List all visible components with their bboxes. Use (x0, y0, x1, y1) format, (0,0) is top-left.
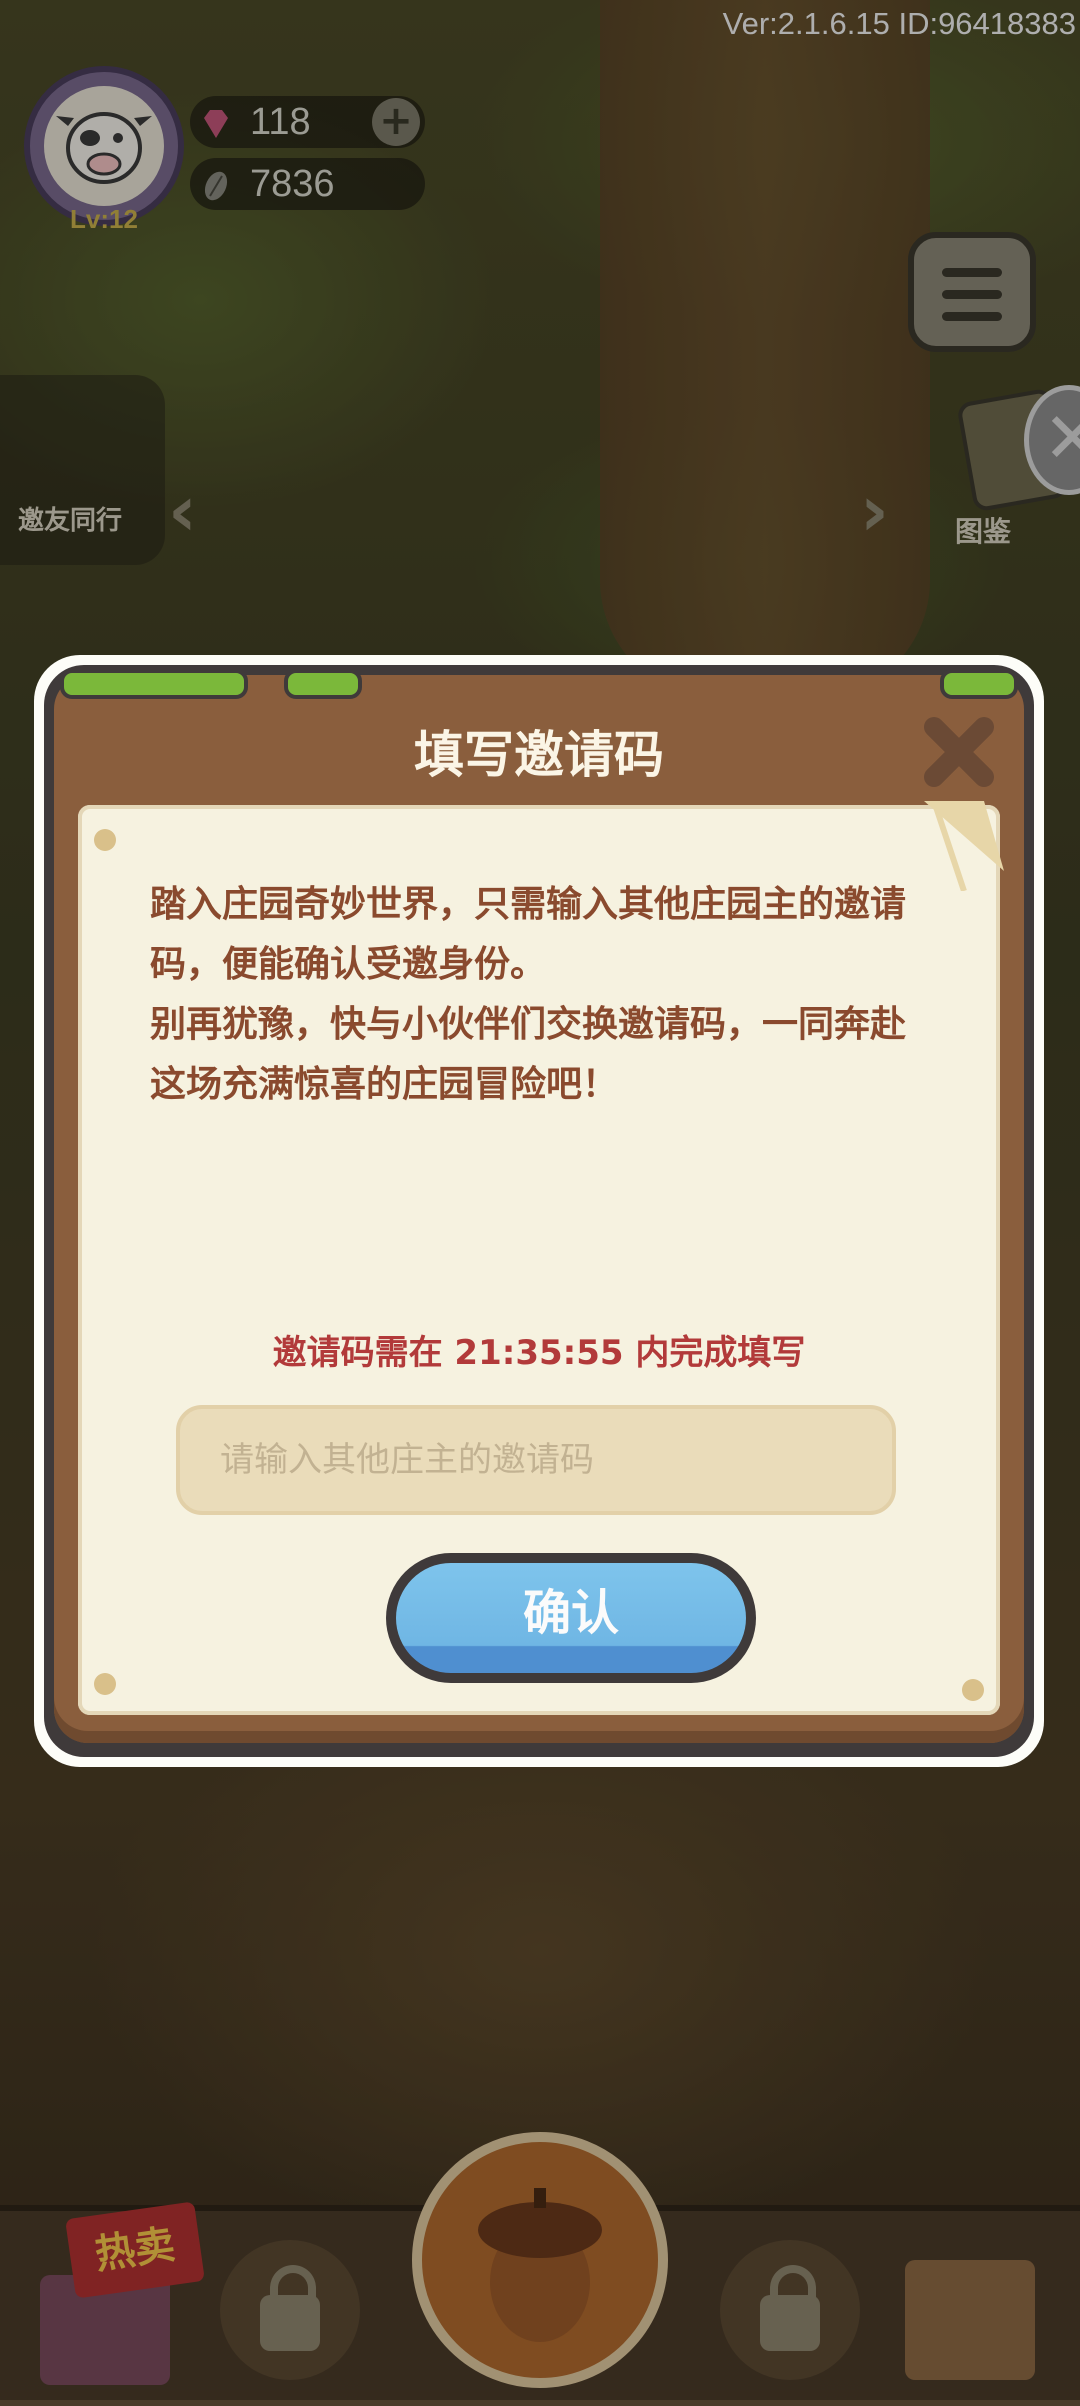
confirm-button-label: 确认 (396, 1563, 746, 1673)
invite-deadline-text: 邀请码需在 21:35:55 内完成填写 (272, 1333, 806, 1373)
pin-dot (94, 829, 116, 851)
description-paragraph: 别再犹豫，快与小伙伴们交换邀请码，一同奔赴这场充满惊喜的庄园冒险吧！ (150, 1004, 907, 1105)
page-fold-icon (924, 801, 1004, 891)
dialog-title: 填写邀请码 (414, 726, 664, 784)
paper-panel: 踏入庄园奇妙世界，只需输入其他庄园主的邀请码，便能确认受邀身份。 别再犹豫，快与… (78, 801, 1004, 1715)
grass-decoration (284, 669, 362, 699)
grass-decoration (940, 669, 1018, 699)
invite-code-dialog: 填写邀请码 踏入庄园奇妙世界，只需输入其他庄园主的邀请码，便能确认受邀身份。 别… (34, 655, 1044, 1767)
wood-frame: 填写邀请码 踏入庄园奇妙世界，只需输入其他庄园主的邀请码，便能确认受邀身份。 别… (54, 669, 1024, 1743)
pin-dot (962, 1679, 984, 1701)
dialog-description: 踏入庄园奇妙世界，只需输入其他庄园主的邀请码，便能确认受邀身份。 别再犹豫，快与… (150, 875, 920, 1115)
invite-code-input[interactable] (176, 1405, 896, 1515)
pin-dot (94, 1673, 116, 1695)
confirm-button[interactable]: 确认 (386, 1553, 756, 1683)
close-icon[interactable] (914, 707, 1004, 797)
description-paragraph: 踏入庄园奇妙世界，只需输入其他庄园主的邀请码，便能确认受邀身份。 (150, 884, 907, 985)
grass-decoration (60, 669, 248, 699)
